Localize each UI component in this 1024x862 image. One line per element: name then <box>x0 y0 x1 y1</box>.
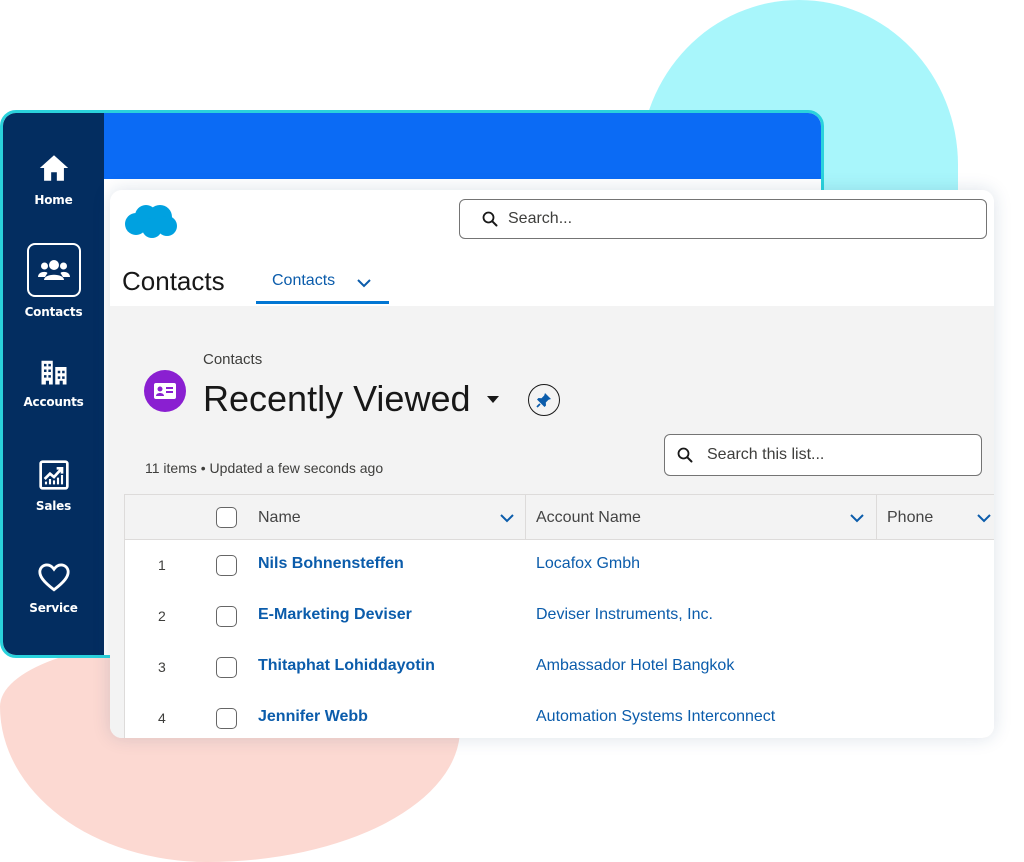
column-header-phone[interactable]: Phone <box>877 495 994 539</box>
table-row[interactable]: 1 Nils Bohnensteffen Locafox Gmbh <box>125 540 994 592</box>
table-row[interactable]: 3 Thitaphat Lohiddayotin Ambassador Hote… <box>125 642 994 694</box>
contact-name-link[interactable]: Thitaphat Lohiddayotin <box>258 657 435 675</box>
column-header-account-name[interactable]: Account Name <box>526 495 876 539</box>
row-number: 1 <box>158 557 166 573</box>
account-name-link[interactable]: Automation Systems Interconnect <box>536 708 775 726</box>
global-search-placeholder: Search... <box>508 210 573 227</box>
column-label-name: Name <box>258 509 301 526</box>
service-icon <box>37 563 70 592</box>
row-number: 4 <box>158 710 166 726</box>
chevron-down-icon[interactable] <box>356 278 372 288</box>
global-header: Search... Contacts Contacts <box>110 190 994 306</box>
contact-card-icon <box>144 370 186 412</box>
list-search-placeholder: Search this list... <box>707 446 825 463</box>
object-label: Contacts <box>203 351 263 368</box>
contact-name-link[interactable]: E-Marketing Deviser <box>258 606 412 624</box>
row-checkbox[interactable] <box>216 657 237 678</box>
salesforce-window: Search... Contacts Contacts Contacts Rec… <box>110 190 994 738</box>
salesforce-logo[interactable] <box>122 202 178 240</box>
row-checkbox[interactable] <box>216 555 237 576</box>
side-navigation: Home Contacts Accounts Sales Service <box>3 113 104 655</box>
column-label-account-name: Account Name <box>536 509 641 526</box>
pin-icon <box>536 393 551 408</box>
chevron-down-icon[interactable] <box>976 513 992 523</box>
column-label-phone: Phone <box>887 509 934 526</box>
header-band <box>104 113 821 179</box>
caret-down-icon[interactable] <box>486 395 500 404</box>
list-view: Contacts Recently Viewed Search this lis… <box>110 306 994 738</box>
search-icon <box>482 211 498 227</box>
contact-name-link[interactable]: Nils Bohnensteffen <box>258 555 404 573</box>
row-checkbox[interactable] <box>216 606 237 627</box>
search-icon <box>677 447 693 463</box>
row-number: 2 <box>158 608 166 624</box>
nav-label-accounts: Accounts <box>23 395 84 409</box>
table-row[interactable]: 4 Jennifer Webb Automation Systems Inter… <box>125 693 994 738</box>
account-name-link[interactable]: Locafox Gmbh <box>536 555 640 573</box>
app-title: Contacts <box>122 266 225 296</box>
account-name-link[interactable]: Deviser Instruments, Inc. <box>536 606 713 624</box>
column-header-name[interactable]: Name <box>245 495 525 539</box>
account-name-link[interactable]: Ambassador Hotel Bangkok <box>536 657 734 675</box>
contacts-icon <box>37 260 70 280</box>
nav-item-sales[interactable]: Sales <box>3 459 104 513</box>
row-checkbox[interactable] <box>216 708 237 729</box>
table-row[interactable]: 2 E-Marketing Deviser Deviser Instrument… <box>125 591 994 643</box>
nav-label-contacts: Contacts <box>24 305 83 319</box>
nav-label-home: Home <box>34 193 73 207</box>
nav-label-service: Service <box>29 601 78 615</box>
chevron-down-icon[interactable] <box>499 513 515 523</box>
tab-contacts[interactable]: Contacts <box>256 264 389 304</box>
nav-item-service[interactable]: Service <box>3 561 104 615</box>
list-view-title[interactable]: Recently Viewed <box>203 378 471 420</box>
chevron-down-icon[interactable] <box>849 513 865 523</box>
accounts-icon <box>41 360 66 385</box>
row-number: 3 <box>158 659 166 675</box>
select-all-checkbox[interactable] <box>216 507 237 528</box>
nav-item-contacts[interactable]: Contacts <box>3 243 104 319</box>
nav-item-accounts[interactable]: Accounts <box>3 357 104 409</box>
home-icon <box>39 155 68 181</box>
global-search-input[interactable]: Search... <box>459 199 987 239</box>
list-search-input[interactable]: Search this list... <box>664 434 982 476</box>
nav-label-sales: Sales <box>35 499 72 513</box>
sales-icon <box>38 460 69 490</box>
list-meta: 11 items • Updated a few seconds ago <box>145 460 384 476</box>
contacts-table: Name Account Name Phone 1 Nils Bohnenste… <box>124 494 994 738</box>
tab-contacts-label: Contacts <box>272 272 336 289</box>
pin-button[interactable] <box>528 384 560 416</box>
contact-name-link[interactable]: Jennifer Webb <box>258 708 368 726</box>
table-header: Name Account Name Phone <box>125 495 994 540</box>
nav-item-home[interactable]: Home <box>3 151 104 207</box>
contacts-active-box <box>26 243 81 297</box>
